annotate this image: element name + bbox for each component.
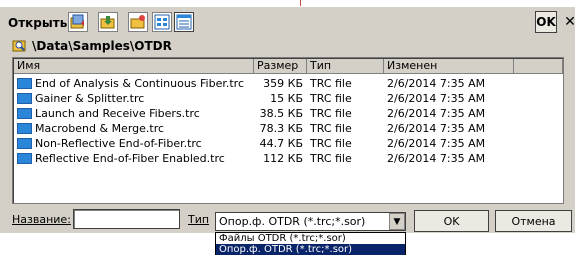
trc-file-icon: [17, 123, 32, 134]
folder-star-icon[interactable]: [128, 12, 148, 32]
file-name: Gainer & Splitter.trc: [35, 92, 145, 105]
list-view-icon[interactable]: [152, 12, 172, 32]
dropdown-option-selected[interactable]: Опор.ф. OTDR (*.trc;*.sor): [216, 244, 405, 255]
up-folder-icon[interactable]: [68, 12, 88, 32]
current-path: \Data\Samples\OTDR: [12, 38, 172, 54]
file-name: Macrobend & Merge.trc: [35, 122, 165, 135]
file-row[interactable]: Macrobend & Merge.trc 78.3 КБ TRC file 2…: [14, 121, 562, 136]
column-header-modified[interactable]: Изменен: [384, 59, 514, 74]
column-header-type[interactable]: Тип: [307, 59, 384, 74]
details-view-icon[interactable]: [174, 12, 194, 32]
file-size: 359 КБ: [263, 77, 303, 90]
dialog-header: Открыть OK ✕: [0, 7, 575, 37]
trc-file-icon: [17, 153, 32, 164]
file-modified: 2/6/2014 7:35 AM: [387, 107, 486, 120]
close-button[interactable]: ✕: [561, 11, 575, 33]
open-file-dialog: Открыть OK ✕ \Data\Samples\OTDR Имя Разм…: [0, 0, 575, 255]
ok-button[interactable]: OK: [414, 210, 489, 232]
file-row[interactable]: Launch and Receive Fibers.trc 38.5 КБ TR…: [14, 106, 562, 121]
file-row[interactable]: End of Analysis & Continuous Fiber.trc 3…: [14, 76, 562, 91]
type-select-value: Опор.ф. OTDR (*.trc;*.sor): [219, 215, 366, 228]
dialog-title: Открыть: [8, 16, 68, 30]
file-size: 112 КБ: [263, 152, 303, 165]
name-label: Название:: [12, 213, 71, 226]
file-type: TRC file: [310, 122, 352, 135]
header-ok-button[interactable]: OK: [535, 11, 557, 33]
file-name: End of Analysis & Continuous Fiber.trc: [35, 77, 244, 90]
file-modified: 2/6/2014 7:35 AM: [387, 122, 486, 135]
file-size: 15 КБ: [270, 92, 303, 105]
file-row[interactable]: Non-Reflective End-of-Fiber.trc 44.7 КБ …: [14, 136, 562, 151]
file-type: TRC file: [310, 137, 352, 150]
file-type: TRC file: [310, 107, 352, 120]
file-modified: 2/6/2014 7:35 AM: [387, 77, 486, 90]
chevron-down-icon[interactable]: ▼: [389, 213, 405, 230]
file-rows: End of Analysis & Continuous Fiber.trc 3…: [14, 76, 562, 166]
file-size: 44.7 КБ: [259, 137, 303, 150]
top-strip: [0, 0, 575, 7]
file-name: Reflective End-of-Fiber Enabled.trc: [35, 152, 225, 165]
column-header-name[interactable]: Имя: [14, 59, 254, 74]
type-dropdown-list[interactable]: Файлы OTDR (*.trc;*.sor) Опор.ф. OTDR (*…: [215, 232, 406, 255]
trc-file-icon: [17, 78, 32, 89]
trc-file-icon: [17, 108, 32, 119]
file-name: Non-Reflective End-of-Fiber.trc: [35, 137, 202, 150]
file-modified: 2/6/2014 7:35 AM: [387, 137, 486, 150]
file-row[interactable]: Reflective End-of-Fiber Enabled.trc 112 …: [14, 151, 562, 166]
file-modified: 2/6/2014 7:35 AM: [387, 92, 486, 105]
new-folder-icon[interactable]: [98, 12, 118, 32]
type-label: Тип: [188, 213, 210, 226]
file-modified: 2/6/2014 7:35 AM: [387, 152, 486, 165]
file-type: TRC file: [310, 92, 352, 105]
file-type: TRC file: [310, 77, 352, 90]
column-header-spacer: [514, 59, 563, 74]
folder-search-icon: [12, 38, 28, 55]
file-name: Launch and Receive Fibers.trc: [35, 107, 200, 120]
column-header-size[interactable]: Размер: [254, 59, 307, 74]
top-red-mark: [300, 0, 301, 6]
trc-file-icon: [17, 93, 32, 104]
name-input[interactable]: [73, 209, 180, 229]
file-size: 38.5 КБ: [259, 107, 303, 120]
path-text: \Data\Samples\OTDR: [32, 39, 172, 53]
type-select[interactable]: Опор.ф. OTDR (*.trc;*.sor) ▼: [215, 212, 406, 231]
trc-file-icon: [17, 138, 32, 149]
column-headers: Имя Размер Тип Изменен: [14, 59, 563, 74]
dropdown-option[interactable]: Файлы OTDR (*.trc;*.sor): [216, 233, 405, 244]
cancel-button[interactable]: Отмена: [495, 210, 572, 232]
bottom-area-right: [406, 233, 575, 255]
file-type: TRC file: [310, 152, 352, 165]
file-size: 78.3 КБ: [259, 122, 303, 135]
bottom-area-left: [0, 233, 215, 255]
file-row[interactable]: Gainer & Splitter.trc 15 КБ TRC file 2/6…: [14, 91, 562, 106]
file-list[interactable]: Имя Размер Тип Изменен End of Analysis &…: [12, 57, 564, 204]
